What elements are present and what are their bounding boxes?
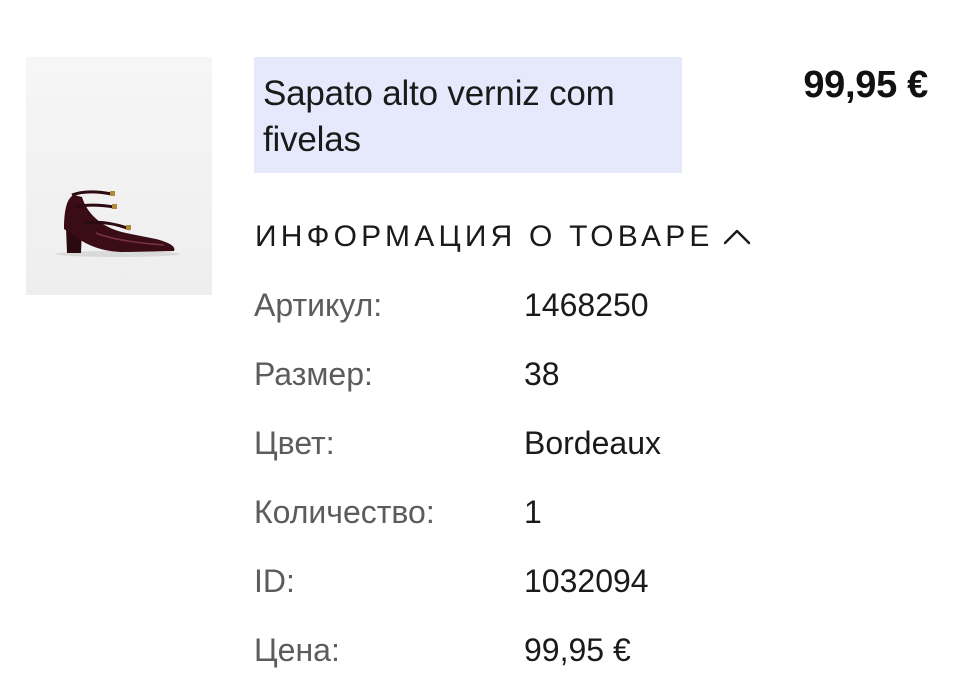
spec-value: Bordeaux	[524, 425, 661, 461]
product-info-toggle[interactable]: ИНФОРМАЦИЯ О ТОВАРЕ	[255, 216, 752, 258]
product-title-highlight: Sapato alto verniz com fivelas	[254, 57, 682, 173]
product-thumbnail[interactable]	[26, 57, 212, 295]
spec-label: Цена:	[254, 632, 340, 668]
spec-row-article: Артикул: 1468250	[254, 282, 754, 328]
spec-row-price: Цена: 99,95 €	[254, 627, 754, 673]
spec-row-color: Цвет: Bordeaux	[254, 420, 754, 466]
spec-label: Количество:	[254, 494, 435, 530]
product-price: 99,95 €	[803, 64, 928, 106]
product-title: Sapato alto verniz com fivelas	[263, 74, 615, 159]
spec-label: Цвет:	[254, 425, 335, 461]
spec-value: 99,95 €	[524, 632, 631, 668]
shoe-image	[56, 190, 180, 257]
spec-value: 38	[524, 356, 560, 392]
spec-label: Артикул:	[254, 287, 383, 323]
spec-value: 1	[524, 494, 542, 530]
spec-label: Размер:	[254, 356, 373, 392]
spec-row-quantity: Количество: 1	[254, 489, 754, 535]
spec-value: 1468250	[524, 287, 649, 323]
product-info-title: ИНФОРМАЦИЯ О ТОВАРЕ	[255, 220, 714, 253]
spec-row-size: Размер: 38	[254, 351, 754, 397]
spec-row-id: ID: 1032094	[254, 558, 754, 604]
spec-label: ID:	[254, 563, 295, 599]
spec-value: 1032094	[524, 563, 649, 599]
chevron-up-icon	[723, 229, 750, 245]
